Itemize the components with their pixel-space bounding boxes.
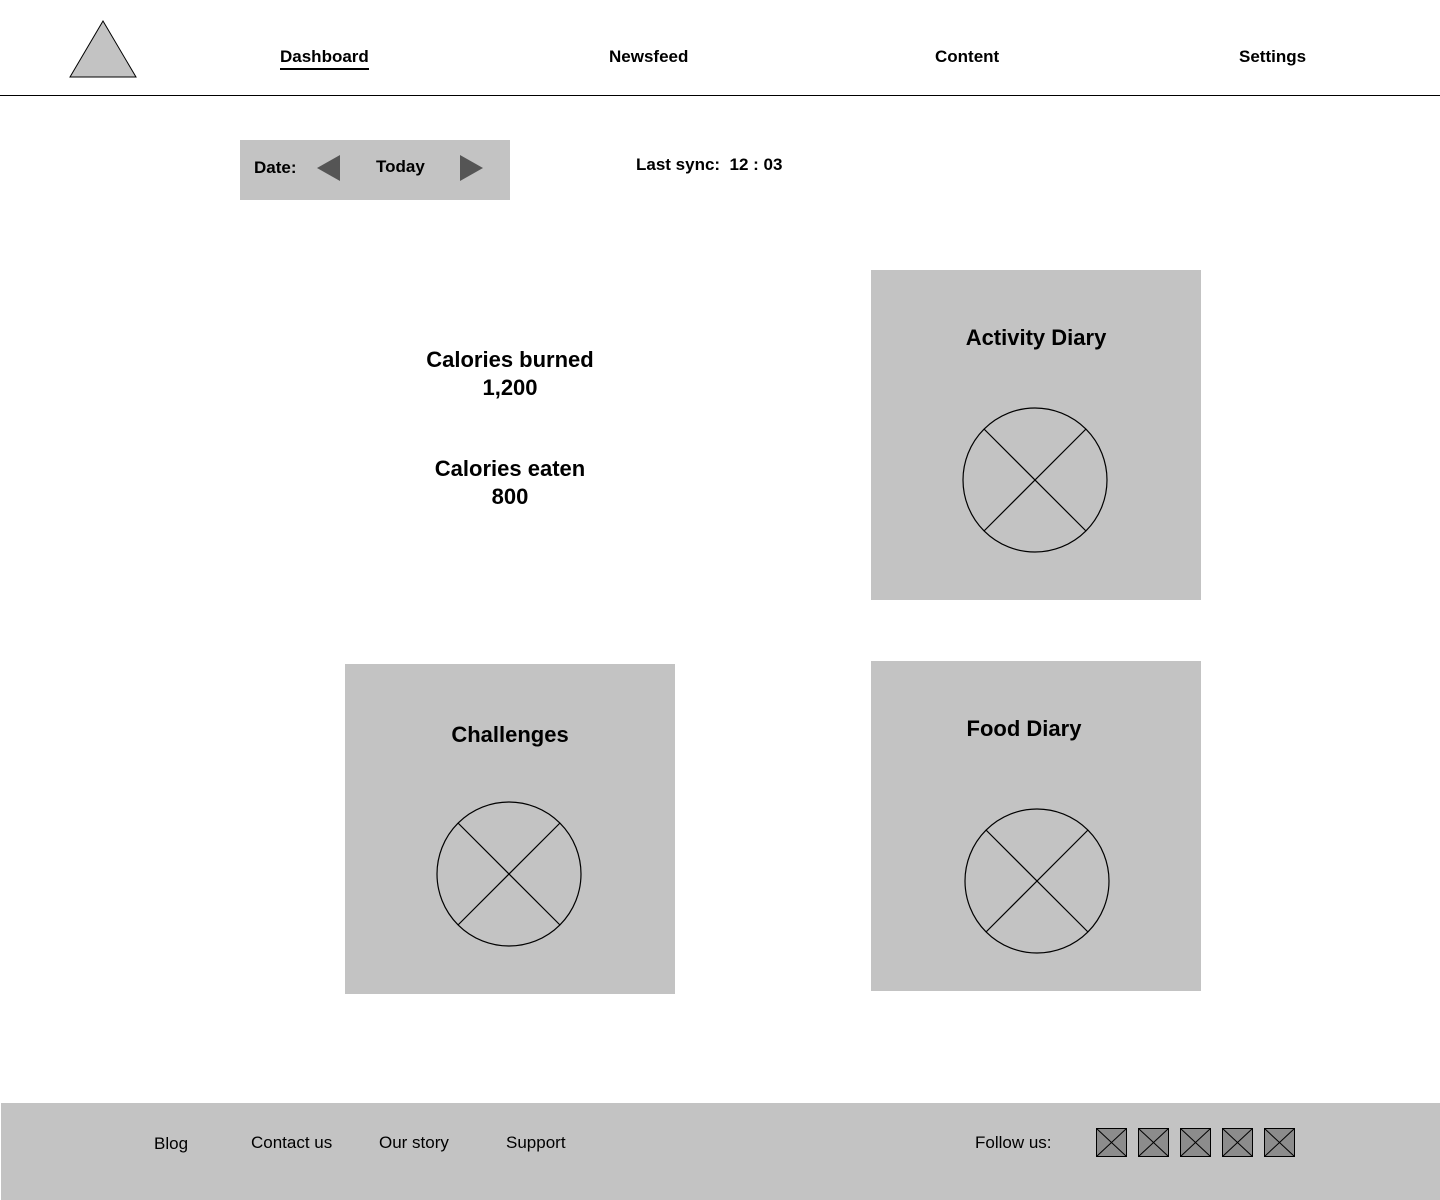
challenges-card[interactable]: Challenges [345,664,675,994]
image-placeholder-icon [964,808,1110,954]
social-icon[interactable] [1180,1128,1211,1157]
calories-eaten-stat: Calories eaten 800 [410,455,610,511]
image-placeholder-icon [962,407,1108,553]
nav-newsfeed[interactable]: Newsfeed [609,47,688,67]
calories-burned-label: Calories burned [426,347,594,372]
activity-diary-card[interactable]: Activity Diary [871,270,1201,600]
last-sync-status: Last sync: 12 : 03 [636,155,783,174]
social-icon[interactable] [1138,1128,1169,1157]
follow-us-label: Follow us: [975,1133,1052,1152]
triangle-right-icon[interactable] [458,154,484,182]
date-label: Date: [254,158,297,177]
calories-burned-value: 1,200 [482,375,538,400]
nav-settings[interactable]: Settings [1239,47,1306,67]
nav-dashboard[interactable]: Dashboard [280,47,369,70]
social-icon[interactable] [1222,1128,1253,1157]
calories-eaten-label: Calories eaten [434,456,586,481]
card-title: Activity Diary [965,325,1107,350]
footer-link-our-story[interactable]: Our story [379,1133,449,1153]
footer-link-contact[interactable]: Contact us [251,1133,332,1153]
date-value: Today [376,157,425,176]
triangle-logo-icon[interactable] [69,20,137,78]
image-placeholder-icon [436,801,582,947]
header: Dashboard Newsfeed Content Settings [0,0,1440,96]
social-icon[interactable] [1096,1128,1127,1157]
card-title: Challenges [451,722,569,747]
food-diary-card[interactable]: Food Diary [871,661,1201,991]
calories-eaten-value: 800 [491,484,529,509]
social-icon[interactable] [1264,1128,1295,1157]
triangle-left-icon[interactable] [316,154,342,182]
footer: Blog Contact us Our story Support Follow… [1,1103,1440,1200]
footer-link-blog[interactable]: Blog [154,1134,188,1154]
date-selector: Date: Today [240,140,510,200]
card-title: Food Diary [966,716,1082,741]
nav-content[interactable]: Content [935,47,999,67]
calories-burned-stat: Calories burned 1,200 [410,346,610,402]
footer-link-support[interactable]: Support [506,1133,566,1153]
